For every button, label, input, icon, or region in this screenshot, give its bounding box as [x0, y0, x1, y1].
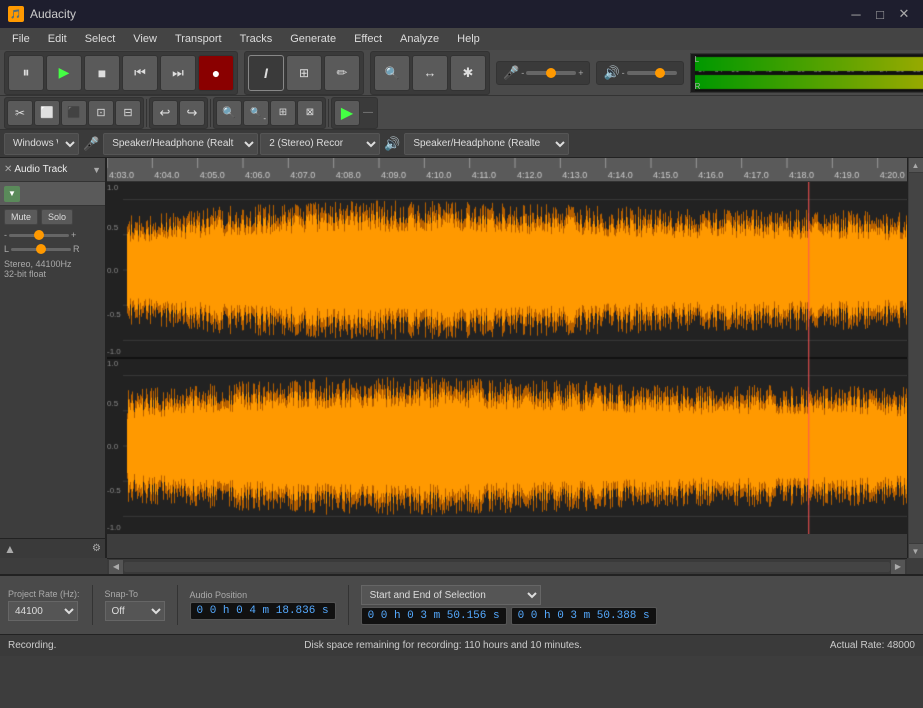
snap-to-select[interactable]: Off [105, 601, 165, 621]
skip-back-button[interactable]: ⏮ [122, 55, 158, 91]
track-close-button[interactable]: ✕ [4, 164, 12, 175]
selection-end-display: 0 0 h 0 3 m 50.388 s [511, 607, 657, 625]
zoom-out-button[interactable]: 🔍- [243, 100, 269, 126]
mute-button[interactable]: Mute [4, 209, 38, 225]
pan-r-label: R [73, 244, 80, 254]
menu-analyze[interactable]: Analyze [392, 31, 447, 47]
scroll-up-button[interactable]: ▲ [909, 158, 923, 172]
menu-help[interactable]: Help [449, 31, 488, 47]
undo-button[interactable]: ↩ [152, 100, 178, 126]
menu-view[interactable]: View [125, 31, 165, 47]
speaker-icon2: 🔊 [382, 136, 402, 152]
gain-slider[interactable] [9, 234, 69, 237]
device-bar: Windows WASA 🎤 Speaker/Headphone (Realt … [0, 130, 923, 158]
solo-button[interactable]: Solo [41, 209, 73, 225]
hscroll-left-button[interactable]: ◀ [109, 560, 123, 574]
paste-button[interactable]: ⬛ [61, 100, 87, 126]
menu-edit[interactable]: Edit [40, 31, 75, 47]
multi-tool2-button[interactable]: ✱ [450, 55, 486, 91]
audio-position-label: Audio Position [190, 590, 336, 600]
title-bar: 🎵 Audacity ─ □ ✕ [0, 0, 923, 28]
play-button[interactable]: ▶ [46, 55, 82, 91]
hscroll-track[interactable] [124, 562, 890, 572]
vu-meter [695, 55, 923, 91]
cut-button[interactable]: ✂ [7, 100, 33, 126]
menu-bar: File Edit Select View Transport Tracks G… [0, 28, 923, 50]
title-left: 🎵 Audacity [8, 6, 76, 22]
stop-button[interactable]: ■ [84, 55, 120, 91]
minimize-button[interactable]: ─ [845, 5, 867, 23]
time-shift-button[interactable]: ↔ [412, 55, 448, 91]
app-icon: 🎵 [8, 6, 24, 22]
track-ruler-spacer: ▼ [4, 186, 20, 202]
app-title: Audacity [30, 7, 76, 21]
record-button[interactable]: ● [198, 55, 234, 91]
track-expand-button[interactable]: ▲ [4, 542, 16, 556]
project-rate-label: Project Rate (Hz): [8, 589, 80, 599]
volume-out-min-label: - [622, 68, 625, 78]
selection-start-display: 0 0 h 0 3 m 50.156 s [361, 607, 507, 625]
volume-in-slider[interactable] [526, 71, 576, 75]
pause-button[interactable]: ⏸ [8, 55, 44, 91]
window-controls[interactable]: ─ □ ✕ [845, 5, 915, 23]
status-center: Disk space remaining for recording: 110 … [304, 640, 582, 651]
vscroll-track[interactable] [909, 173, 923, 543]
input-device-select[interactable]: Speaker/Headphone (Realt [103, 133, 258, 155]
track-options-button[interactable]: ⚙ [92, 543, 101, 554]
fit-selection-button[interactable]: ⊞ [270, 100, 296, 126]
track-bit-depth: 32-bit float [4, 269, 101, 279]
speaker-icon: 🔊 [603, 65, 619, 81]
select-tool-button[interactable]: I [248, 55, 284, 91]
gain-min-label: - [4, 230, 7, 240]
redo-button[interactable]: ↪ [179, 100, 205, 126]
volume-in-min-label: - [521, 68, 524, 78]
snap-to-label: Snap-To [105, 589, 165, 599]
hscroll-right-button[interactable]: ▶ [891, 560, 905, 574]
mic-icon: 🎤 [503, 65, 519, 81]
menu-generate[interactable]: Generate [282, 31, 344, 47]
silence-button[interactable]: ⊟ [115, 100, 141, 126]
menu-tracks[interactable]: Tracks [232, 31, 281, 47]
host-select[interactable]: Windows WASA [4, 133, 79, 155]
volume-in-max-label: + [578, 68, 583, 78]
fit-project-button[interactable]: ⊠ [297, 100, 323, 126]
project-rate-select[interactable]: 44100 [8, 601, 78, 621]
zoom-in-button[interactable]: 🔍 [216, 100, 242, 126]
draw-tool-button[interactable]: ✏ [324, 55, 360, 91]
channels-select[interactable]: 2 (Stereo) Recor [260, 133, 380, 155]
menu-file[interactable]: File [4, 31, 38, 47]
menu-transport[interactable]: Transport [167, 31, 230, 47]
selection-mode-select[interactable]: Start and End of Selection [361, 585, 541, 605]
maximize-button[interactable]: □ [869, 5, 891, 23]
mic-icon2: 🎤 [81, 136, 101, 152]
zoom-tool-button[interactable]: 🔍 [374, 55, 410, 91]
track-sample-rate: Stereo, 44100Hz [4, 259, 101, 269]
pan-l-label: L [4, 244, 9, 254]
menu-select[interactable]: Select [77, 31, 124, 47]
timeline-ruler [107, 158, 907, 182]
track-collapse-button[interactable]: ▼ [92, 165, 101, 175]
trim-button[interactable]: ⊡ [88, 100, 114, 126]
loop-dash: — [361, 107, 375, 118]
waveform-display[interactable] [107, 182, 907, 534]
copy-button[interactable]: ⬜ [34, 100, 60, 126]
scroll-down-button[interactable]: ▼ [909, 544, 923, 558]
output-device-select[interactable]: Speaker/Headphone (Realte [404, 133, 569, 155]
pan-slider[interactable] [11, 248, 71, 251]
volume-out-slider[interactable] [627, 71, 677, 75]
menu-effect[interactable]: Effect [346, 31, 390, 47]
status-left: Recording. [8, 640, 56, 651]
multi-tool-button[interactable]: ⊞ [286, 55, 322, 91]
audio-position-display: 0 0 h 0 4 m 18.836 s [190, 602, 336, 620]
close-button[interactable]: ✕ [893, 5, 915, 23]
gain-max-label: + [71, 230, 76, 240]
track-name-label: Audio Track [14, 164, 67, 175]
status-right: Actual Rate: 48000 [830, 640, 915, 651]
skip-fwd-button[interactable]: ⏭ [160, 55, 196, 91]
play2-button[interactable]: ▶ [334, 100, 360, 126]
